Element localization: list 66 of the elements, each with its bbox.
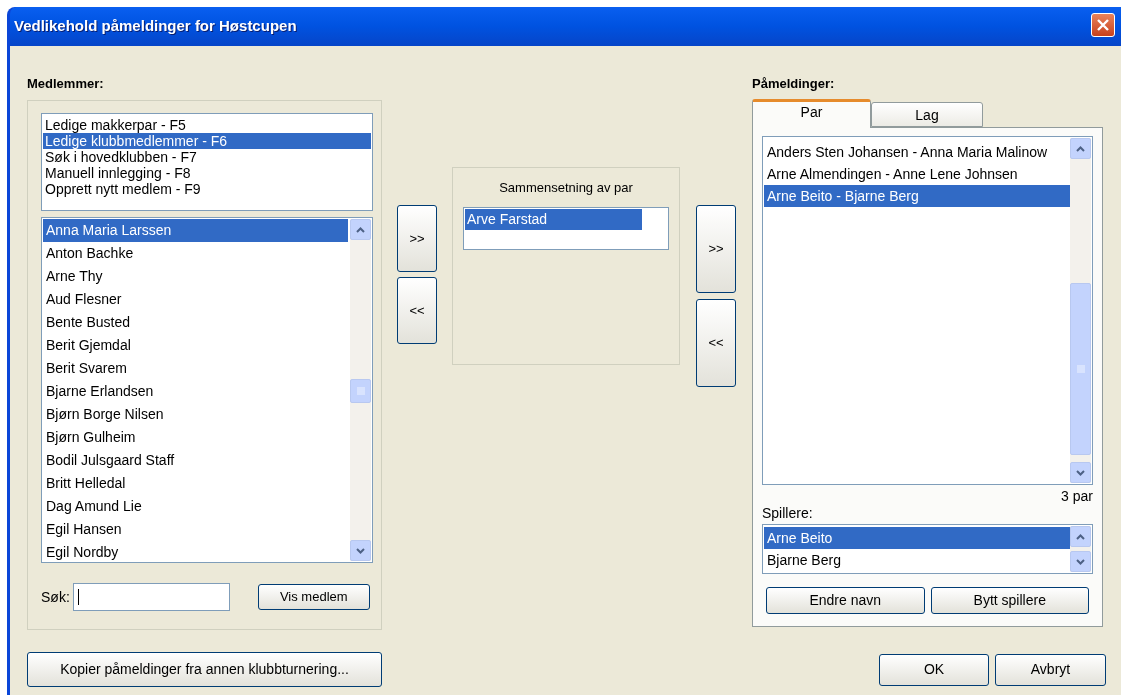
list-item[interactable]: Anton Bachke bbox=[43, 242, 348, 265]
tab[interactable]: Lag bbox=[871, 102, 983, 127]
scroll-down-button[interactable] bbox=[350, 540, 371, 561]
list-item[interactable]: Arne Almendingen - Anne Lene Johnsen bbox=[764, 163, 1070, 185]
dialog-button[interactable]: OK bbox=[879, 653, 989, 686]
list-item[interactable]: Bente Busted bbox=[43, 311, 348, 334]
list-item[interactable]: Arne Beito - Bjarne Berg bbox=[764, 185, 1070, 207]
chevron-down-icon bbox=[1076, 469, 1085, 476]
dialog-button[interactable]: Avbryt bbox=[995, 653, 1106, 686]
scroll-up-button[interactable] bbox=[1070, 526, 1091, 547]
scrollbar[interactable] bbox=[1070, 138, 1091, 483]
chevron-up-icon bbox=[1076, 145, 1085, 152]
list-item[interactable]: Søk i hovedklubben - F7 bbox=[43, 149, 371, 165]
scrollbar[interactable] bbox=[1070, 526, 1091, 572]
chevron-down-icon bbox=[356, 547, 365, 554]
window-title: Vedlikehold påmeldinger for Høstcupen bbox=[14, 16, 297, 37]
close-icon bbox=[1097, 18, 1109, 31]
search-field[interactable] bbox=[72, 583, 230, 611]
transfer-button[interactable]: << bbox=[696, 299, 736, 387]
list-item[interactable]: Bjørn Gulheim bbox=[43, 426, 348, 449]
scroll-down-button[interactable] bbox=[1070, 551, 1091, 572]
group-title: Sammensetning av par bbox=[499, 179, 633, 197]
list-item[interactable]: Arne Thy bbox=[43, 265, 348, 288]
pair-count: 3 par bbox=[1061, 488, 1093, 505]
list-item[interactable]: Bjørn Borge Nilsen bbox=[43, 403, 348, 426]
list-item[interactable]: Bjarne Erlandsen bbox=[43, 380, 348, 403]
list-item[interactable]: Opprett nytt medlem - F9 bbox=[43, 181, 371, 197]
list-item[interactable]: Britt Helledal bbox=[43, 472, 348, 495]
list-item[interactable]: Dag Amund Lie bbox=[43, 495, 348, 518]
list-item[interactable]: Ledige makkerpar - F5 bbox=[43, 117, 371, 133]
section-label: Påmeldinger: bbox=[752, 76, 836, 93]
panel-button[interactable]: Endre navn bbox=[766, 587, 925, 614]
list-item[interactable]: Manuell innlegging - F8 bbox=[43, 165, 371, 181]
scrollbar[interactable] bbox=[350, 219, 371, 561]
tab[interactable]: Par bbox=[752, 99, 871, 128]
close-button[interactable] bbox=[1091, 12, 1115, 37]
list-item[interactable]: Anna Maria Larssen bbox=[43, 219, 348, 242]
show-member-button[interactable]: Vis medlem bbox=[257, 584, 370, 610]
section-label: Medlemmer: bbox=[27, 76, 105, 93]
chevron-down-icon bbox=[1076, 558, 1085, 565]
list-item[interactable]: Bodil Julsgaard Staff bbox=[43, 449, 348, 472]
text-cursor bbox=[77, 589, 79, 605]
copy-registrations-button[interactable]: Kopier påmeldinger fra annen klubbturnering... bbox=[27, 652, 382, 687]
list-item[interactable]: Berit Svarem bbox=[43, 357, 348, 380]
list-item[interactable]: Aud Flesner bbox=[43, 288, 348, 311]
list-item[interactable]: Arve Farstad bbox=[465, 208, 642, 230]
transfer-button[interactable]: << bbox=[397, 277, 437, 344]
scroll-thumb[interactable] bbox=[350, 379, 371, 403]
list-item[interactable]: Ledige klubbmedlemmer - F6 bbox=[43, 133, 371, 149]
transfer-button[interactable]: >> bbox=[397, 205, 437, 272]
list-item[interactable]: Bjarne Berg bbox=[764, 549, 1070, 571]
chevron-up-icon bbox=[1076, 533, 1085, 540]
transfer-button[interactable]: >> bbox=[696, 205, 736, 293]
list-item[interactable]: Egil Nordby bbox=[43, 541, 348, 561]
players-label: Spillere: bbox=[762, 505, 814, 522]
search-label: Søk: bbox=[41, 587, 70, 607]
scroll-up-button[interactable] bbox=[350, 219, 371, 240]
list-item[interactable]: Arne Beito bbox=[764, 527, 1070, 549]
list-item[interactable]: Anders Sten Johansen - Anna Maria Malinow bbox=[764, 141, 1070, 163]
panel-button[interactable]: Bytt spillere bbox=[930, 587, 1089, 614]
list-item[interactable]: Egil Hansen bbox=[43, 518, 348, 541]
list-item[interactable]: Berit Gjemdal bbox=[43, 334, 348, 357]
chevron-up-icon bbox=[356, 226, 365, 233]
scroll-up-button[interactable] bbox=[1070, 138, 1091, 159]
scroll-down-button[interactable] bbox=[1070, 462, 1091, 483]
scroll-thumb[interactable] bbox=[1070, 283, 1091, 455]
